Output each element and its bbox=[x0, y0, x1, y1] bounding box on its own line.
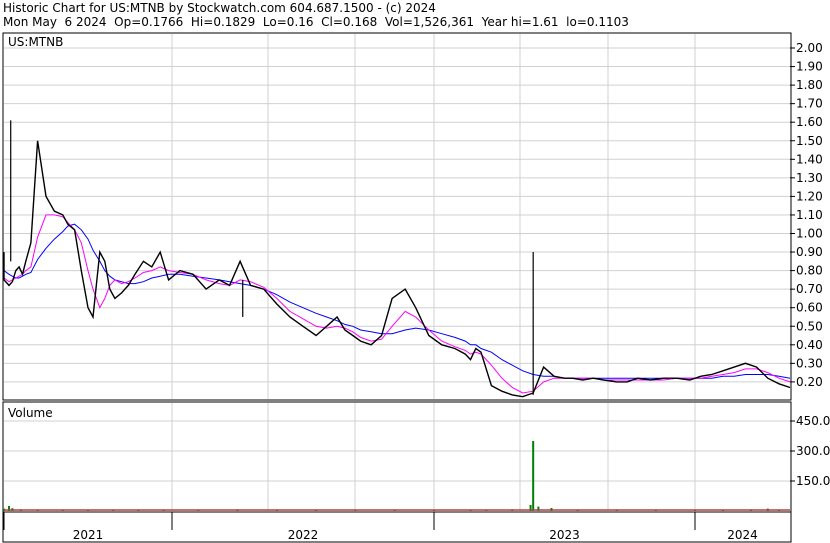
price-panel: 2.00 1.90 1.80 1.70 1.60 1.50 1.40 1.30 1.20 1.10… bbox=[2, 32, 823, 401]
price-tick-label: 1.80 bbox=[796, 78, 823, 92]
price-tick-label: 0.60 bbox=[796, 301, 823, 315]
volume-panel-frame bbox=[2, 401, 792, 513]
stock-chart: 2.00 1.90 1.80 1.70 1.60 1.50 1.40 1.30 1.20 1.10… bbox=[2, 32, 830, 543]
price-tick-label: 0.90 bbox=[796, 245, 823, 259]
price-tick-label: 1.10 bbox=[796, 208, 823, 222]
price-tick-label: 2.00 bbox=[796, 41, 823, 55]
price-tick-label: 0.40 bbox=[796, 338, 823, 352]
price-axis-ticks: 2.00 1.90 1.80 1.70 1.60 1.50 1.40 1.30 1.20 1.10… bbox=[790, 41, 823, 389]
price-tick-label: 1.50 bbox=[796, 134, 823, 148]
volume-panel-title: Volume bbox=[8, 406, 53, 420]
price-tick-label: 1.70 bbox=[796, 97, 823, 111]
price-tick-label: 0.50 bbox=[796, 319, 823, 333]
year-tick-label: 2021 bbox=[73, 528, 104, 542]
x-axis-frame bbox=[2, 511, 792, 543]
price-tick-label: 1.20 bbox=[796, 189, 823, 203]
year-tick-label: 2024 bbox=[727, 528, 758, 542]
volume-axis-ticks: 450.0 300.0 150.0 bbox=[790, 414, 830, 488]
volume-tick-label: 150.0 bbox=[796, 474, 830, 488]
volume-bar bbox=[532, 441, 535, 511]
price-tick-label: 1.40 bbox=[796, 152, 823, 166]
price-tick-label: 1.60 bbox=[796, 115, 823, 129]
price-tick-label: 1.30 bbox=[796, 171, 823, 185]
price-tick-label: 0.20 bbox=[796, 375, 823, 389]
x-axis: 2021 2022 2023 2024 bbox=[2, 511, 792, 543]
price-tick-label: 1.00 bbox=[796, 227, 823, 241]
year-tick-label: 2023 bbox=[549, 528, 580, 542]
price-panel-title: US:MTNB bbox=[8, 35, 63, 49]
price-tick-label: 0.70 bbox=[796, 282, 823, 296]
price-tick-label: 0.80 bbox=[796, 264, 823, 278]
volume-tick-label: 300.0 bbox=[796, 444, 830, 458]
volume-tick-label: 450.0 bbox=[796, 414, 830, 428]
price-tick-label: 0.30 bbox=[796, 356, 823, 370]
year-tick-label: 2022 bbox=[288, 528, 319, 542]
price-tick-label: 1.90 bbox=[796, 60, 823, 74]
volume-panel: 450.0 300.0 150.0 Volume bbox=[2, 401, 830, 513]
